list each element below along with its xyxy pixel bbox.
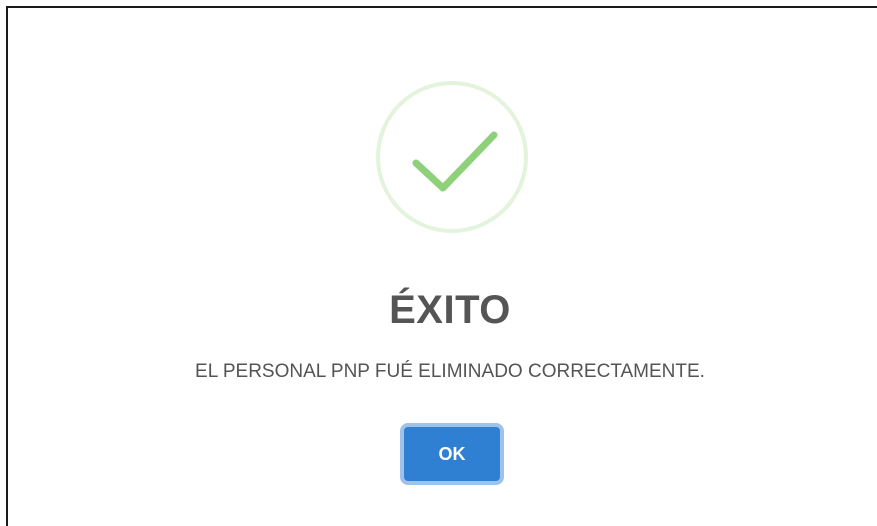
success-dialog: ÉXITO EL PERSONAL PNP FUÉ ELIMINADO CORR…	[6, 6, 877, 526]
checkmark-icon	[412, 131, 498, 192]
dialog-title: ÉXITO	[389, 288, 511, 332]
success-check-icon	[376, 81, 528, 233]
dialog-message: EL PERSONAL PNP FUÉ ELIMINADO CORRECTAME…	[195, 361, 705, 382]
ok-button[interactable]: OK	[404, 427, 500, 481]
